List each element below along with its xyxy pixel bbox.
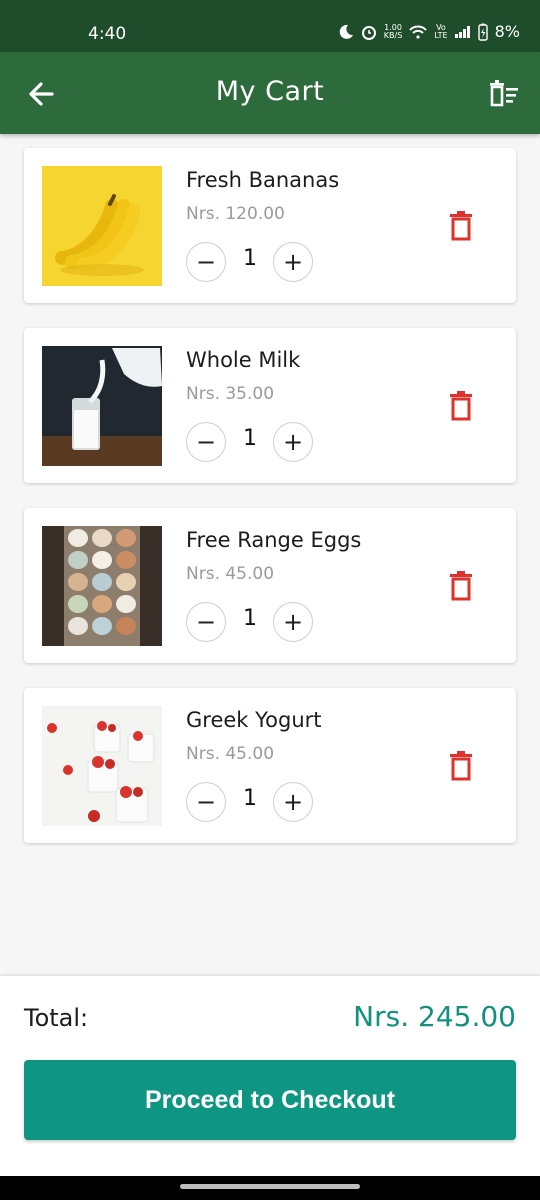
banana-image (42, 166, 162, 286)
alarm-icon (361, 25, 376, 40)
signal-icon (454, 25, 470, 38)
battery-percent: 8% (494, 22, 520, 41)
clear-cart-icon (490, 80, 518, 107)
wifi-icon (409, 25, 428, 39)
net-speed: 1.00 KB/S (383, 23, 403, 40)
item-price: Nrs. 35.00 (186, 384, 275, 404)
system-nav-bar (0, 1176, 540, 1200)
quantity-value: 1 (243, 786, 257, 811)
item-name: Free Range Eggs (186, 528, 362, 552)
clear-cart-button[interactable] (486, 76, 522, 112)
quantity-value: 1 (243, 426, 257, 451)
trash-icon (450, 391, 472, 421)
increase-quantity-button[interactable]: + (273, 242, 313, 282)
delete-item-button[interactable] (446, 210, 476, 242)
battery-icon (477, 23, 488, 41)
cart-item: Whole Milk Nrs. 35.00 − 1 + (24, 328, 516, 483)
home-indicator[interactable] (180, 1184, 360, 1189)
cart-item: Greek Yogurt Nrs. 45.00 − 1 + (24, 688, 516, 843)
status-icons: 1.00 KB/S Vo LTE 8% (338, 22, 520, 41)
decrease-quantity-button[interactable]: − (186, 602, 226, 642)
item-name: Whole Milk (186, 348, 301, 372)
increase-quantity-button[interactable]: + (273, 782, 313, 822)
trash-icon (450, 571, 472, 601)
app-bar: My Cart (0, 52, 540, 134)
net-speed-unit: KB/S (383, 30, 403, 40)
decrease-quantity-button[interactable]: − (186, 422, 226, 462)
quantity-value: 1 (243, 606, 257, 631)
total-value: Nrs. 245.00 (353, 1000, 516, 1033)
volte-bottom: LTE (434, 30, 448, 40)
delete-item-button[interactable] (446, 570, 476, 602)
item-price: Nrs. 45.00 (186, 564, 275, 584)
page-title: My Cart (215, 76, 325, 107)
yogurt-image (42, 706, 162, 826)
cart-item: Fresh Bananas Nrs. 120.00 − 1 + (24, 148, 516, 303)
status-time: 4:40 (88, 24, 127, 44)
volte-indicator: Vo LTE (434, 23, 448, 40)
total-label: Total: (24, 1004, 89, 1032)
trash-icon (450, 751, 472, 781)
cart-item: Free Range Eggs Nrs. 45.00 − 1 + (24, 508, 516, 663)
moon-icon (339, 24, 353, 39)
status-bar: 4:40 1.00 KB/S Vo LTE 8% (0, 0, 540, 52)
proceed-to-checkout-button[interactable]: Proceed to Checkout (24, 1060, 516, 1140)
eggs-image (42, 526, 162, 646)
item-name: Fresh Bananas (186, 168, 340, 192)
item-name: Greek Yogurt (186, 708, 322, 732)
milk-image (42, 346, 162, 466)
quantity-value: 1 (243, 246, 257, 271)
item-price: Nrs. 120.00 (186, 204, 285, 224)
delete-item-button[interactable] (446, 390, 476, 422)
checkout-footer: Total: Nrs. 245.00 Proceed to Checkout (0, 976, 540, 1176)
decrease-quantity-button[interactable]: − (186, 242, 226, 282)
decrease-quantity-button[interactable]: − (186, 782, 226, 822)
trash-icon (450, 211, 472, 241)
increase-quantity-button[interactable]: + (273, 422, 313, 462)
delete-item-button[interactable] (446, 750, 476, 782)
item-price: Nrs. 45.00 (186, 744, 275, 764)
increase-quantity-button[interactable]: + (273, 602, 313, 642)
